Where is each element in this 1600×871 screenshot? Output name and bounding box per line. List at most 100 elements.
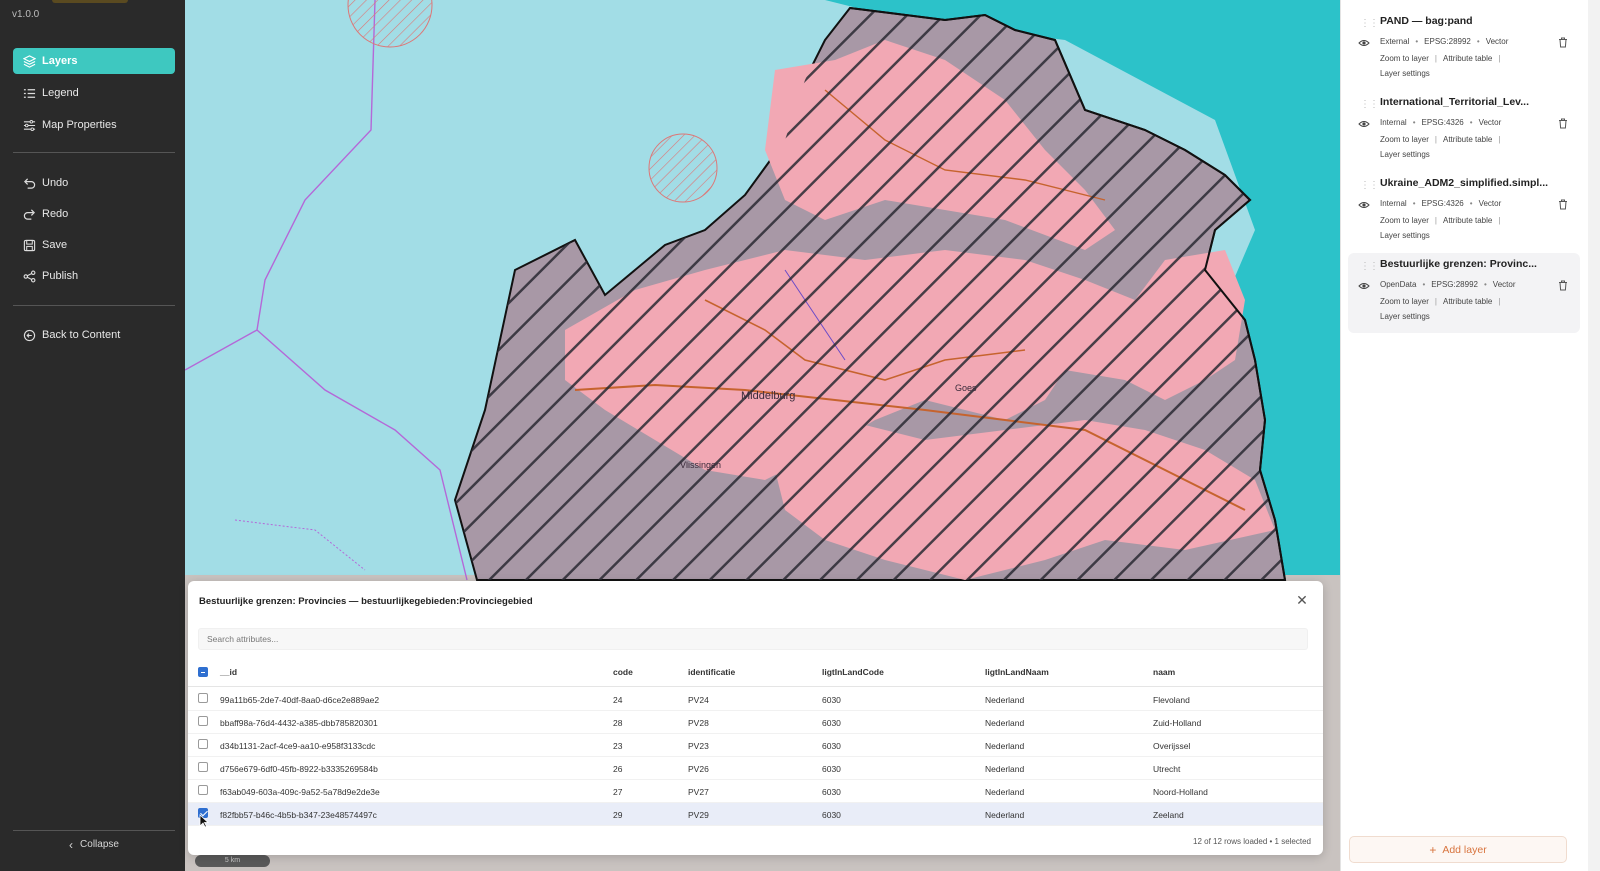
drag-handle-icon[interactable]: ⋮⋮ — [1360, 99, 1379, 110]
table-row[interactable]: 99a11b65-2de7-40df-8aa0-d6ce2e889ae2 24 PV… — [188, 688, 1323, 711]
zoom-to-layer-link[interactable]: Zoom to layer — [1380, 297, 1429, 306]
table-cell: PV27 — [688, 787, 709, 797]
trash-icon[interactable] — [1558, 118, 1568, 129]
table-cell: 23 — [613, 741, 623, 751]
select-all-checkbox[interactable] — [198, 667, 208, 677]
layer-settings-link[interactable]: Layer settings — [1380, 231, 1430, 240]
sidebar-item-legend[interactable]: Legend — [13, 80, 175, 106]
attribute-table-link[interactable]: Attribute table — [1443, 135, 1492, 144]
back-label: Back to Content — [42, 329, 121, 341]
table-cell: 24 — [613, 695, 623, 705]
table-cell: Nederland — [985, 718, 1025, 728]
layer-card[interactable]: ⋮⋮ International_Territorial_Lev... Intern… — [1348, 91, 1580, 171]
layer-card[interactable]: ⋮⋮ Ukraine_ADM2_simplified.simpl... Intern… — [1348, 172, 1580, 252]
row-checkbox[interactable] — [198, 693, 208, 703]
close-icon[interactable]: ✕ — [1293, 591, 1311, 609]
column-header[interactable]: identificatie — [688, 667, 735, 677]
publish-label: Publish — [42, 270, 79, 282]
arrow-left-circle-icon — [23, 329, 36, 341]
zoom-to-layer-link[interactable]: Zoom to layer — [1380, 54, 1429, 63]
trash-icon[interactable] — [1558, 199, 1568, 210]
undo-icon — [24, 177, 36, 189]
table-cell: 6030 — [822, 764, 841, 774]
eye-icon[interactable] — [1358, 200, 1370, 210]
collapse-button[interactable]: ‹ Collapse — [13, 830, 175, 858]
add-layer-button[interactable]: + Add layer — [1349, 836, 1567, 863]
layer-title: Bestuurlijke grenzen: Provinc... — [1380, 258, 1537, 270]
table-row[interactable]: d756e679-6df0-45fb-8922-b3335269584b 26 PV… — [188, 757, 1323, 780]
sidebar-item-map-properties[interactable]: Map Properties — [13, 112, 175, 138]
table-cell: PV26 — [688, 764, 709, 774]
layer-title: PAND — bag:pand — [1380, 15, 1473, 27]
drag-handle-icon[interactable]: ⋮⋮ — [1360, 261, 1379, 272]
list-icon — [23, 88, 36, 98]
separator: | — [1434, 297, 1437, 306]
zoom-to-layer-link[interactable]: Zoom to layer — [1380, 216, 1429, 225]
map-place-label: Vlissingen — [680, 460, 722, 470]
column-header[interactable]: __id — [220, 667, 237, 677]
table-row[interactable]: bbaff98a-76d4-4432-a385-dbb785820301 28 PV… — [188, 711, 1323, 734]
table-cell: PV29 — [688, 810, 709, 820]
table-cell: 99a11b65-2de7-40df-8aa0-d6ce2e889ae2 — [220, 695, 380, 705]
brand-logo — [52, 0, 128, 3]
layer-card[interactable]: ⋮⋮ PAND — bag:pand External • EPSG:28992 • Vec… — [1348, 10, 1580, 90]
drag-handle-icon[interactable]: ⋮⋮ — [1360, 18, 1379, 29]
eye-icon[interactable] — [1358, 38, 1370, 48]
row-checkbox[interactable] — [198, 739, 208, 749]
back-to-content-button[interactable]: Back to Content — [13, 322, 175, 348]
table-cell: Nederland — [985, 741, 1025, 751]
layer-crs: EPSG:28992 — [1424, 37, 1471, 46]
table-row[interactable]: d34b1131-2acf-4ce9-aa10-e958f3133cdc 23 PV… — [188, 734, 1323, 757]
table-cell: 6030 — [822, 787, 841, 797]
layer-crs: EPSG:4326 — [1421, 199, 1464, 208]
save-button[interactable]: Save — [13, 232, 175, 258]
redo-button[interactable]: Redo — [13, 201, 175, 227]
separator-dot: • — [1412, 199, 1416, 208]
layer-settings-link[interactable]: Layer settings — [1380, 69, 1430, 78]
divider — [13, 152, 175, 153]
row-checkbox[interactable] — [198, 716, 208, 726]
table-row[interactable]: f82fbb57-b46c-4b5b-b347-23e48574497c 29 PV… — [188, 803, 1323, 826]
sidebar-item-label: Legend — [42, 87, 79, 99]
table-row[interactable]: f63ab049-603a-409c-9a52-5a78d9e2de3e 27 PV… — [188, 780, 1323, 803]
layer-type: Vector — [1492, 280, 1516, 289]
table-cell: PV23 — [688, 741, 709, 751]
table-cell: 6030 — [822, 718, 841, 728]
search-input[interactable] — [198, 628, 1308, 650]
table-cell: f82fbb57-b46c-4b5b-b347-23e48574497c — [220, 810, 377, 820]
column-header[interactable]: ligtInLandCode — [822, 667, 884, 677]
undo-button[interactable]: Undo — [13, 170, 175, 196]
attribute-table-dialog: Bestuurlijke grenzen: Provincies — bestu… — [188, 581, 1323, 855]
publish-button[interactable]: Publish — [13, 263, 175, 289]
layer-settings-link[interactable]: Layer settings — [1380, 150, 1430, 159]
row-checkbox[interactable] — [198, 762, 208, 772]
divider — [13, 305, 175, 306]
attribute-table-link[interactable]: Attribute table — [1443, 216, 1492, 225]
separator: | — [1498, 54, 1501, 63]
table-cell: Noord-Holland — [1153, 787, 1208, 797]
column-header[interactable]: ligtInLandNaam — [985, 667, 1049, 677]
column-header[interactable]: naam — [1153, 667, 1175, 677]
separator: | — [1498, 216, 1501, 225]
dialog-title: Bestuurlijke grenzen: Provincies — bestu… — [199, 596, 533, 607]
column-header[interactable]: code — [613, 667, 633, 677]
sidebar-item-layers[interactable]: Layers — [13, 48, 175, 74]
layer-card[interactable]: ⋮⋮ Bestuurlijke grenzen: Provinc... OpenDa… — [1348, 253, 1580, 333]
layer-meta: OpenData • EPSG:28992 • Vector — [1380, 280, 1515, 289]
trash-icon[interactable] — [1558, 37, 1568, 48]
eye-icon[interactable] — [1358, 119, 1370, 129]
zoom-to-layer-link[interactable]: Zoom to layer — [1380, 135, 1429, 144]
row-checkbox[interactable] — [198, 785, 208, 795]
map-place-label: Goes — [955, 383, 977, 393]
table-cell: PV28 — [688, 718, 709, 728]
layer-source: External — [1380, 37, 1410, 46]
drag-handle-icon[interactable]: ⋮⋮ — [1360, 180, 1379, 191]
layer-settings-link[interactable]: Layer settings — [1380, 312, 1430, 321]
separator: | — [1434, 54, 1437, 63]
attribute-table-link[interactable]: Attribute table — [1443, 54, 1492, 63]
eye-icon[interactable] — [1358, 281, 1370, 291]
save-label: Save — [42, 239, 68, 251]
scale-bar: 5 km — [195, 855, 270, 867]
attribute-table-link[interactable]: Attribute table — [1443, 297, 1492, 306]
trash-icon[interactable] — [1558, 280, 1568, 291]
